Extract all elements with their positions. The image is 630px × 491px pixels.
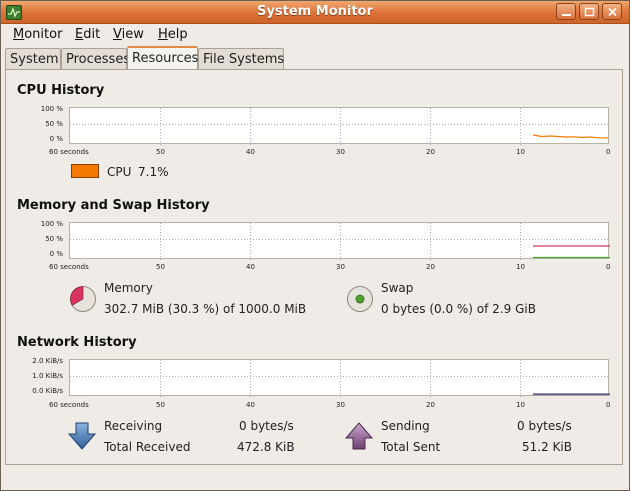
mem-xtick-10: 10 [516,263,525,271]
cpu-legend-label: CPU [107,165,132,179]
cpu-history-title: CPU History [17,83,105,98]
swap-pie-icon[interactable] [346,285,374,313]
cpu-color-swatch[interactable] [71,164,99,178]
sending-value: 0 bytes/s [517,419,572,433]
swap-value: 0 bytes (0.0 %) of 2.9 GiB [381,302,536,316]
total-received-label: Total Received [104,440,191,454]
title-bar[interactable]: System Monitor [1,1,629,24]
memory-swap-history-title: Memory and Swap History [17,198,210,213]
menu-help-label: elp [167,27,188,42]
close-button[interactable] [602,3,622,20]
cpu-ytick-50: 50 % [45,120,63,128]
net-xtick-50: 50 [156,401,165,409]
mem-ytick-50: 50 % [45,235,63,243]
total-received-value: 472.8 KiB [237,440,295,454]
cpu-xtick-60: 60 seconds [49,148,89,156]
cpu-legend-value: 7.1% [138,165,169,179]
tab-file-systems[interactable]: File Systems [198,48,284,69]
receiving-value: 0 bytes/s [239,419,294,433]
receiving-label: Receiving [104,419,163,433]
mem-ytick-100: 100 % [40,220,63,228]
menu-edit-mnemonic: E [75,27,84,42]
memory-swap-history-graph [69,222,610,260]
maximize-button[interactable] [579,3,599,20]
net-xtick-10: 10 [516,401,525,409]
minimize-icon [562,14,571,16]
system-monitor-window: System Monitor Monitor Edit View Help Sy… [0,0,630,491]
mem-xtick-0: 0 [606,263,611,271]
mem-ytick-0: 0 % [49,250,63,258]
sending-arrow-up-icon[interactable] [344,421,374,451]
memory-pie-icon[interactable] [69,285,97,313]
menu-bar: Monitor Edit View Help [1,24,629,45]
window-title: System Monitor [257,4,373,19]
mem-xtick-50: 50 [156,263,165,271]
total-sent-value: 51.2 KiB [522,440,572,454]
cpu-xtick-0: 0 [606,148,611,156]
menu-view[interactable]: View [113,27,144,42]
maximize-icon [584,7,595,17]
cpu-history-graph [69,107,610,145]
cpu-ytick-100: 100 % [40,105,63,113]
cpu-xtick-50: 50 [156,148,165,156]
minimize-button[interactable] [556,3,576,20]
network-history-graph [69,359,610,397]
net-ytick-2: 2.0 KiB/s [32,357,63,365]
mem-xtick-60: 60 seconds [49,263,89,271]
net-ytick-1: 1.0 KiB/s [32,372,63,380]
swap-label: Swap [381,281,414,295]
close-icon [608,7,617,17]
tab-system[interactable]: System [5,48,61,69]
sending-label: Sending [381,419,430,433]
total-sent-label: Total Sent [381,440,441,454]
menu-monitor-label: onitor [24,27,63,42]
menu-view-label: iew [121,27,144,42]
menu-monitor-mnemonic: M [13,27,25,42]
mem-xtick-20: 20 [426,263,435,271]
net-ytick-0: 0.0 KiB/s [32,387,63,395]
menu-help[interactable]: Help [158,27,188,42]
cpu-graph-svg [70,108,610,145]
menu-help-mnemonic: H [158,27,168,42]
receiving-arrow-down-icon[interactable] [67,421,97,451]
mem-xtick-30: 30 [336,263,345,271]
net-xtick-60: 60 seconds [49,401,89,409]
net-xtick-40: 40 [246,401,255,409]
net-xtick-20: 20 [426,401,435,409]
menu-edit[interactable]: Edit [75,27,100,42]
memory-value: 302.7 MiB (30.3 %) of 1000.0 MiB [104,302,307,316]
cpu-xtick-10: 10 [516,148,525,156]
mem-xtick-40: 40 [246,263,255,271]
cpu-ytick-0: 0 % [49,135,63,143]
cpu-xtick-20: 20 [426,148,435,156]
net-xtick-30: 30 [336,401,345,409]
cpu-xtick-40: 40 [246,148,255,156]
network-graph-svg [70,360,610,397]
memory-label: Memory [104,281,153,295]
tab-resources[interactable]: Resources [127,46,198,70]
tab-processes[interactable]: Processes [61,48,130,69]
menu-edit-label: dit [83,27,101,42]
menu-monitor[interactable]: Monitor [13,27,62,42]
cpu-xtick-30: 30 [336,148,345,156]
menu-view-mnemonic: V [113,27,122,42]
network-history-title: Network History [17,335,137,350]
memory-graph-svg [70,223,610,260]
cpu-usage-line [532,134,609,139]
net-xtick-0: 0 [606,401,611,409]
